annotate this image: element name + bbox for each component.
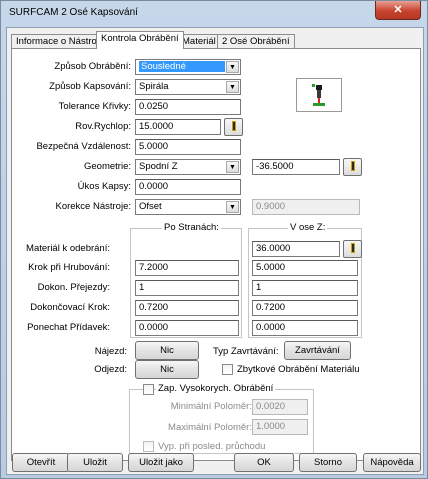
tab-informace-o-nastroji[interactable]: Informace o Nástroji xyxy=(11,34,107,49)
chevron-down-icon[interactable]: ▼ xyxy=(226,161,239,173)
ponechat-pridavek-z-input[interactable]: 0.0000 xyxy=(252,320,358,336)
window-title: SURFCAM 2 Osé Kapsování xyxy=(9,7,138,18)
najezd-label: Nájezd: xyxy=(94,346,127,357)
najezd-button[interactable]: Nic xyxy=(135,341,199,360)
korekce-nastroje-select[interactable]: Ofset ▼ xyxy=(135,199,241,215)
rov-rychlop-label: Rov.Rychlop: xyxy=(75,121,131,132)
ponechat-pridavek-side-input[interactable]: 0.0000 xyxy=(135,320,239,336)
end-mill-icon xyxy=(312,84,325,106)
min-polomer-input: 0.0020 xyxy=(252,399,308,415)
pick-geometrie-button[interactable] xyxy=(343,158,362,176)
close-button[interactable]: ✕ xyxy=(375,1,421,20)
krok-pri-hrubovani-z-input[interactable]: 5.0000 xyxy=(252,260,358,276)
save-button[interactable]: Uložit xyxy=(67,453,123,472)
zpusob-kapsovani-select[interactable]: Spirála ▼ xyxy=(135,79,241,95)
geometrie-label: Geometrie: xyxy=(84,161,131,172)
zpusob-obrabeni-value: Sousledné xyxy=(139,61,225,72)
dokon-prejezdy-label: Dokon. Přejezdy: xyxy=(37,282,110,293)
rov-rychlop-input[interactable]: 15.0000 xyxy=(135,119,221,135)
chevron-down-icon[interactable]: ▼ xyxy=(226,61,239,73)
bezpecna-vzdalenost-label: Bezpečná Vzdálenost: xyxy=(36,141,131,152)
tab-kontrola-obrabeni[interactable]: Kontrola Obrábění xyxy=(96,31,184,49)
max-polomer-input: 1.0000 xyxy=(252,419,308,435)
dokoncovaci-krok-side-input[interactable]: 0.7200 xyxy=(135,300,239,316)
material-k-odebrani-label: Materiál k odebrání: xyxy=(26,243,110,254)
geometrie-select[interactable]: Spodní Z ▼ xyxy=(135,159,241,175)
typ-zavrtavani-button[interactable]: Zavrtávání xyxy=(284,341,351,360)
cancel-button[interactable]: Storno xyxy=(299,453,357,472)
zpusob-obrabeni-label: Způsob Obrábění: xyxy=(54,61,131,72)
ponechat-pridavek-label: Ponechat Přídavek: xyxy=(27,322,110,333)
vyp-pri-posled-pruchodu-label: Vyp. při posled. průchodu xyxy=(158,441,266,452)
chevron-down-icon[interactable]: ▼ xyxy=(226,201,239,213)
pick-point-icon xyxy=(350,243,355,253)
dokon-prejezdy-z-input[interactable]: 1 xyxy=(252,280,358,296)
v-ose-z-header: V ose Z: xyxy=(288,222,328,233)
pick-material-button[interactable] xyxy=(343,240,362,258)
hsm-label: Zap. Vysokorych. Obrábění xyxy=(156,383,276,394)
ukos-kapsy-input[interactable]: 0.0000 xyxy=(135,179,241,195)
typ-zavrtavani-label: Typ Zavrtávání: xyxy=(213,346,279,357)
zpusob-kapsovani-value: Spirála xyxy=(139,81,169,92)
geometrie-z-input[interactable]: -36.5000 xyxy=(252,159,340,175)
tolerance-krivky-label: Tolerance Křivky: xyxy=(58,101,131,112)
dokon-prejezdy-side-input[interactable]: 1 xyxy=(135,280,239,296)
ok-button[interactable]: OK xyxy=(234,453,294,472)
pick-rov-rychlop-button[interactable] xyxy=(224,118,243,136)
odjezd-button[interactable]: Nic xyxy=(135,360,199,379)
tab-2-ose-obrabeni[interactable]: 2 Osé Obrábění xyxy=(217,34,295,49)
dialog-client: Informace o Nástroji Kontrola Obrábění M… xyxy=(6,27,424,475)
chevron-down-icon[interactable]: ▼ xyxy=(226,81,239,93)
korekce-nastroje-value: Ofset xyxy=(139,201,162,212)
tool-preview xyxy=(296,78,342,112)
krok-pri-hrubovani-side-input[interactable]: 7.2000 xyxy=(135,260,239,276)
material-k-odebrani-z-input[interactable]: 36.0000 xyxy=(252,241,340,257)
help-button[interactable]: Nápověda xyxy=(363,453,421,472)
zbytkove-obrabeni-checkbox[interactable] xyxy=(222,364,233,375)
tab-panel-kontrola-obrabeni: Způsob Obrábění: Sousledné ▼ Způsob Kaps… xyxy=(11,48,421,461)
dialog-window: SURFCAM 2 Osé Kapsování ✕ Informace o Ná… xyxy=(0,0,428,479)
odjezd-label: Odjezd: xyxy=(94,364,127,375)
vyp-pri-posled-pruchodu-checkbox[interactable] xyxy=(143,441,154,452)
zpusob-obrabeni-select[interactable]: Sousledné ▼ xyxy=(135,59,241,75)
zpusob-kapsovani-label: Způsob Kapsování: xyxy=(49,81,131,92)
bezpecna-vzdalenost-input[interactable]: 5.0000 xyxy=(135,139,241,155)
dokoncovaci-krok-label: Dokončovací Krok: xyxy=(30,302,110,313)
max-polomer-label: Maximální Poloměr: xyxy=(168,422,252,433)
min-polomer-label: Minimální Poloměr: xyxy=(170,401,252,412)
pick-point-icon xyxy=(350,161,355,171)
ukos-kapsy-label: Úkos Kapsy: xyxy=(77,181,131,192)
tolerance-krivky-input[interactable]: 0.0250 xyxy=(135,99,241,115)
krok-pri-hrubovani-label: Krok při Hrubování: xyxy=(28,262,110,273)
title-bar: SURFCAM 2 Osé Kapsování ✕ xyxy=(1,1,427,27)
open-button[interactable]: Otevřít xyxy=(12,453,70,472)
korekce-nastroje-label: Korekce Nástroje: xyxy=(55,201,131,212)
zbytkove-obrabeni-label: Zbytkové Obrábění Materiálu xyxy=(237,364,360,375)
korekce-nastroje-offset-input: 0.9000 xyxy=(252,199,360,215)
pick-point-icon xyxy=(231,121,236,131)
hsm-checkbox[interactable] xyxy=(143,384,154,395)
dokoncovaci-krok-z-input[interactable]: 0.7200 xyxy=(252,300,358,316)
save-as-button[interactable]: Uložit jako xyxy=(128,453,194,472)
po-stranach-header: Po Stranách: xyxy=(162,222,221,233)
geometrie-value: Spodní Z xyxy=(139,161,178,172)
